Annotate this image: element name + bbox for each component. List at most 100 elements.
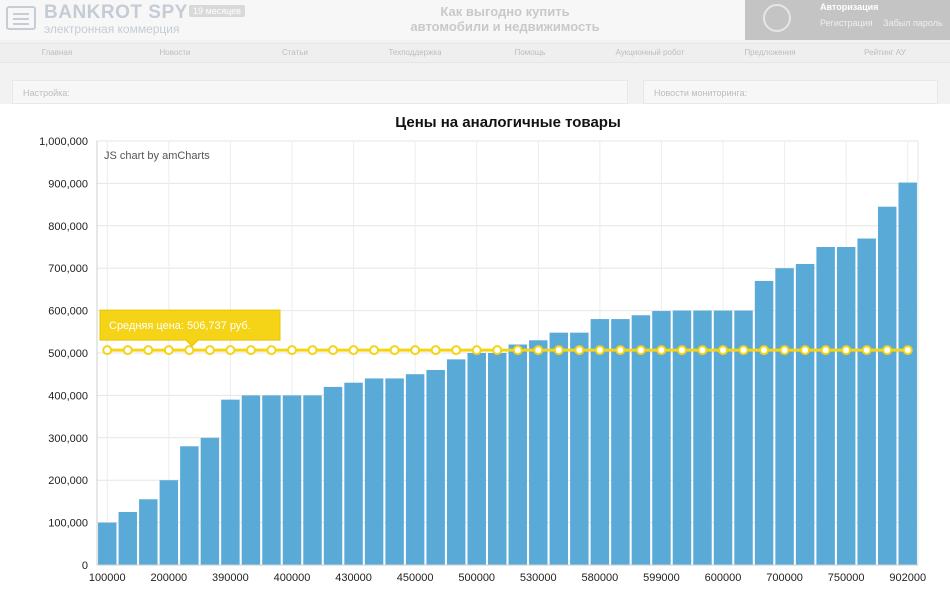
chart-credit[interactable]: JS chart by amCharts xyxy=(104,150,210,162)
average-point[interactable] xyxy=(430,345,441,356)
bar[interactable] xyxy=(549,332,569,565)
average-point[interactable] xyxy=(759,345,770,356)
bar[interactable] xyxy=(385,378,404,565)
average-point[interactable] xyxy=(286,345,297,356)
average-point[interactable] xyxy=(594,345,605,356)
average-point[interactable] xyxy=(102,345,113,356)
auth-title[interactable]: Авторизация xyxy=(820,2,878,12)
average-point[interactable] xyxy=(245,345,256,356)
bar[interactable] xyxy=(467,353,486,565)
bar[interactable] xyxy=(570,332,589,565)
bar[interactable] xyxy=(139,499,158,565)
x-tick-label: 902000 xyxy=(889,572,926,584)
nav-item-offers[interactable]: Предложения xyxy=(725,48,815,57)
average-point[interactable] xyxy=(204,345,215,356)
average-point[interactable] xyxy=(738,345,749,356)
average-point[interactable] xyxy=(615,345,626,356)
average-point[interactable] xyxy=(779,345,790,356)
average-point[interactable] xyxy=(533,345,544,356)
average-point[interactable] xyxy=(389,345,400,356)
average-point[interactable] xyxy=(307,345,318,356)
average-point[interactable] xyxy=(902,345,913,356)
bar[interactable] xyxy=(282,395,302,565)
average-point[interactable] xyxy=(225,345,236,356)
bar[interactable] xyxy=(754,280,774,565)
bar[interactable] xyxy=(446,359,466,565)
bar[interactable] xyxy=(241,395,261,565)
average-point[interactable] xyxy=(369,345,380,356)
average-point[interactable] xyxy=(451,345,462,356)
average-point[interactable] xyxy=(574,345,585,356)
average-point[interactable] xyxy=(184,345,195,356)
average-point[interactable] xyxy=(861,345,872,356)
average-point[interactable] xyxy=(122,345,133,356)
site-logo[interactable]: BANKROT SPY электронная коммерция 19 мес… xyxy=(6,2,246,36)
nav-item-support[interactable]: Техподдержка xyxy=(370,48,460,57)
y-tick-label: 900,000 xyxy=(48,178,88,190)
bar[interactable] xyxy=(529,340,548,565)
bar[interactable] xyxy=(221,399,240,565)
logo-title: BANKROT SPY xyxy=(44,2,188,23)
average-point[interactable] xyxy=(328,345,339,356)
average-point[interactable] xyxy=(163,345,174,356)
y-tick-label: 100,000 xyxy=(48,518,88,530)
bar[interactable] xyxy=(508,344,527,565)
average-point[interactable] xyxy=(492,345,503,356)
bar[interactable] xyxy=(775,268,794,565)
bar[interactable] xyxy=(323,386,343,565)
average-point[interactable] xyxy=(553,345,564,356)
average-point[interactable] xyxy=(820,345,831,356)
nav-item-auction-robot[interactable]: Аукционный робот xyxy=(605,48,695,57)
bar[interactable] xyxy=(898,182,917,565)
bar[interactable] xyxy=(590,319,610,565)
average-point[interactable] xyxy=(800,345,811,356)
bar[interactable] xyxy=(200,437,220,565)
bar[interactable] xyxy=(262,395,281,565)
bar[interactable] xyxy=(118,512,138,565)
bar[interactable] xyxy=(426,369,445,565)
user-avatar-icon[interactable] xyxy=(763,4,791,32)
chart-bars xyxy=(98,182,917,565)
average-point[interactable] xyxy=(410,345,421,356)
average-point[interactable] xyxy=(471,345,482,356)
average-point[interactable] xyxy=(841,345,852,356)
x-axis: 100000 200000 390000 400000 430000 450000 5000… xyxy=(89,564,926,584)
bar[interactable] xyxy=(303,395,322,565)
nav-item-help[interactable]: Помощь xyxy=(485,48,575,57)
average-point[interactable] xyxy=(676,345,687,356)
register-link[interactable]: Регистрация xyxy=(820,18,873,28)
nav-item-news[interactable]: Новости xyxy=(130,48,220,57)
bar[interactable] xyxy=(180,446,199,565)
average-point[interactable] xyxy=(348,345,359,356)
auth-links: Регистрация Забыл пароль xyxy=(820,18,950,28)
average-point[interactable] xyxy=(656,345,667,356)
nav-item-rating[interactable]: Рейтинг АУ xyxy=(840,48,930,57)
average-point[interactable] xyxy=(635,345,646,356)
average-point[interactable] xyxy=(882,345,893,356)
bar[interactable] xyxy=(405,374,425,565)
bar[interactable] xyxy=(159,480,179,565)
bar[interactable] xyxy=(836,247,856,565)
average-point[interactable] xyxy=(512,345,523,356)
forgot-password-link[interactable]: Забыл пароль xyxy=(883,18,942,28)
average-point[interactable] xyxy=(697,345,708,356)
average-point[interactable] xyxy=(143,345,154,356)
bar[interactable] xyxy=(877,206,897,565)
average-point[interactable] xyxy=(266,345,277,356)
x-tick-label: 580000 xyxy=(582,572,619,584)
average-point[interactable] xyxy=(718,345,729,356)
bar[interactable] xyxy=(98,522,117,565)
bar[interactable] xyxy=(857,238,876,565)
bar[interactable] xyxy=(364,378,384,565)
nav-item-articles[interactable]: Статьи xyxy=(250,48,340,57)
bar[interactable] xyxy=(816,247,835,565)
beta-badge: 19 месяцев xyxy=(189,5,245,17)
nav-item-home[interactable]: Главная xyxy=(12,48,102,57)
x-tick-label: 200000 xyxy=(150,572,187,584)
bar[interactable] xyxy=(488,353,507,565)
bar[interactable] xyxy=(344,382,363,565)
slogan-line-1: Как выгодно купить xyxy=(440,4,570,19)
bar[interactable] xyxy=(795,263,815,565)
y-tick-label: 300,000 xyxy=(48,433,88,445)
bar[interactable] xyxy=(611,319,630,565)
